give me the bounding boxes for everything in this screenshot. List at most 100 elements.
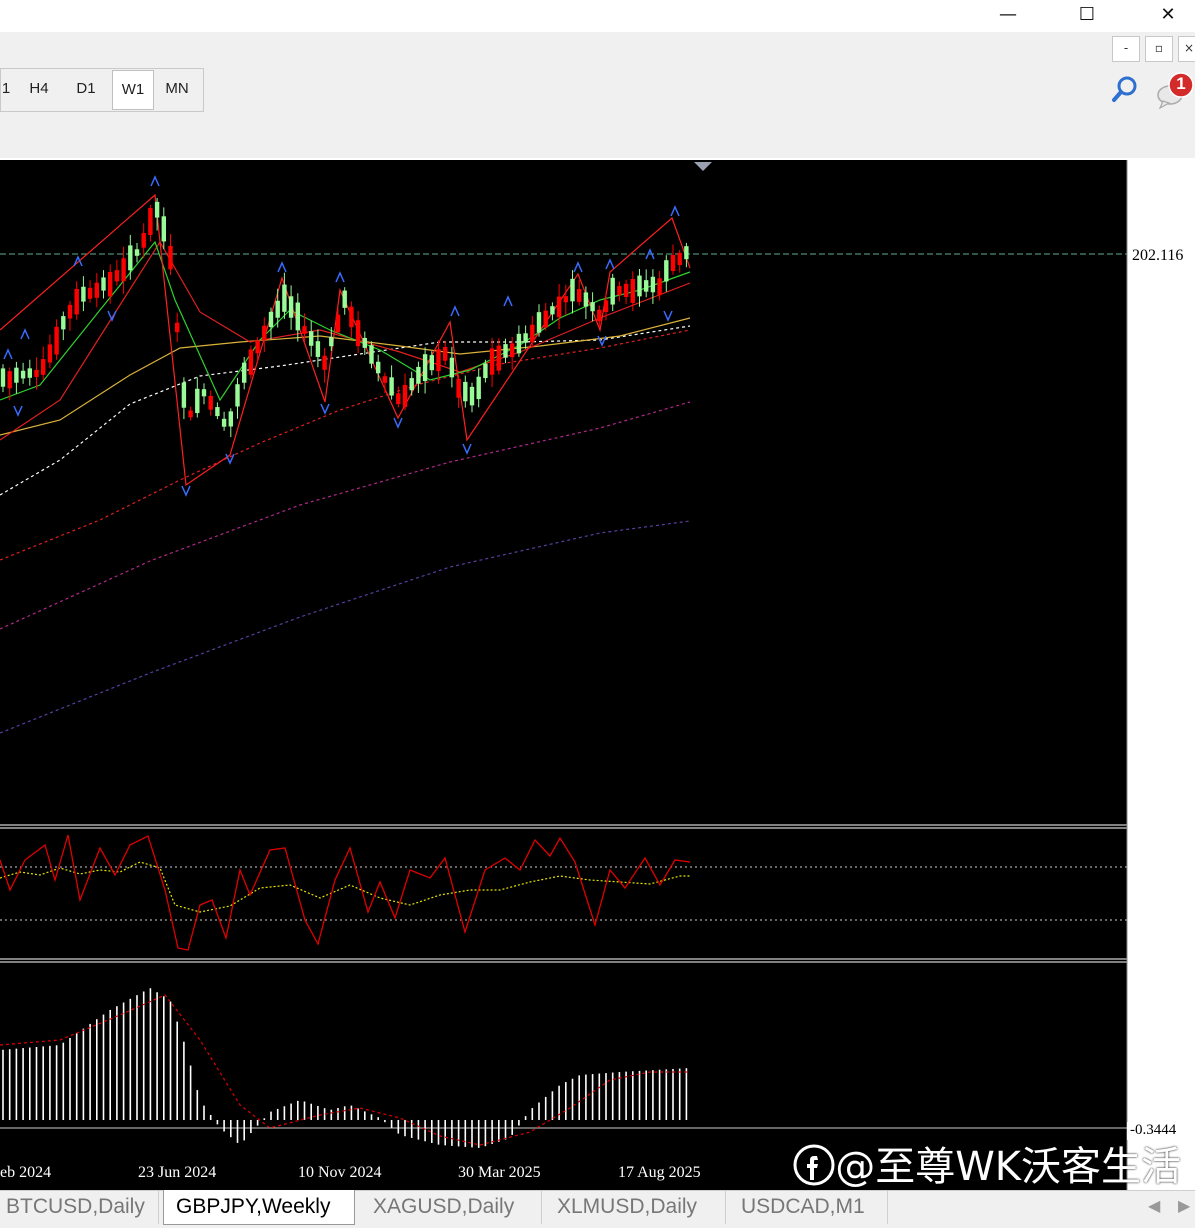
candle-body (603, 300, 609, 312)
ma-purple-long (0, 520, 691, 734)
candle-body (590, 302, 595, 312)
candle-body (148, 207, 153, 236)
candle-body (623, 283, 629, 298)
candle-body (302, 326, 307, 334)
fractal-down-arrow (462, 443, 472, 455)
candle-body (74, 288, 79, 315)
fractal-up-arrow (670, 205, 680, 217)
chart-canvas (0, 160, 1128, 1190)
time-axis-label: eb 2024 (0, 1164, 52, 1181)
candle-body (41, 359, 46, 375)
macd-histogram (2, 988, 688, 1148)
fractal-down-arrow (320, 403, 330, 415)
candle-body (677, 252, 682, 266)
candle-body (87, 287, 93, 299)
candle-body (483, 363, 488, 379)
stoch-axis-label: 70 (1128, 858, 1144, 875)
candle-body (134, 249, 140, 256)
fractal-up-arrow (277, 261, 287, 273)
fractal-up-arrow (3, 348, 13, 360)
candle-body (235, 384, 240, 407)
candle-body (34, 369, 39, 377)
candle-body (543, 310, 548, 328)
candle-body (335, 314, 341, 333)
price-axis-label: 206.880 (1132, 197, 1184, 214)
candle-body (516, 333, 522, 354)
candle-body (288, 296, 294, 318)
fractal-down-arrow (597, 335, 607, 347)
candle-body (248, 349, 254, 375)
candle-body (81, 286, 86, 302)
candle-body (342, 290, 347, 308)
price-axis-label: 175.720 (1132, 521, 1184, 538)
candle-body (275, 300, 280, 318)
candle-body (295, 302, 300, 331)
candle-body (556, 296, 562, 318)
time-axis-label: 10 Nov 2024 (298, 1164, 382, 1181)
candle-body (175, 322, 180, 333)
ma-magenta (0, 401, 691, 630)
candle-body (315, 341, 321, 357)
candle-body (657, 278, 662, 296)
candle-body (322, 355, 327, 370)
candle-body (215, 407, 220, 417)
tab-xagusd-daily[interactable]: XAGUSD,Daily (361, 1190, 542, 1224)
watermark: @至尊WK沃客生活 (793, 1134, 1181, 1192)
watermark-text: @至尊WK沃客生活 (835, 1144, 1181, 1190)
candle-body (530, 324, 535, 343)
stoch-axis-label: 0 (1128, 940, 1136, 957)
price-candles (0, 197, 689, 438)
tab-gbpjpy-weekly[interactable]: GBPJPY,Weekly (163, 1190, 355, 1225)
candle-body (664, 260, 669, 282)
current-price-label: 202.116 (1132, 247, 1184, 264)
tab-usdcad-m1[interactable]: USDCAD,M1 (729, 1190, 888, 1224)
chart-shift-marker (694, 162, 712, 171)
candle-body (309, 331, 314, 346)
candle-body (402, 384, 408, 407)
candle-body (389, 377, 394, 396)
candle-body (67, 304, 73, 319)
candle-body (355, 320, 361, 347)
candle-body (268, 311, 274, 328)
tab-xlmusd-daily[interactable]: XLMUSD,Daily (545, 1190, 726, 1224)
candle-body (443, 347, 448, 361)
candle-body (262, 325, 267, 341)
candle-body (61, 316, 66, 330)
tab-btcusd-daily[interactable]: BTCUSD,Daily (0, 1190, 159, 1224)
candle-body (329, 336, 334, 347)
candle-body (429, 355, 434, 371)
candle-body (20, 370, 26, 379)
ma-red-dashed (0, 329, 691, 561)
fractal-up-arrow (335, 271, 345, 283)
time-axis-label: 17 Aug 2025 (618, 1164, 701, 1181)
candle-body (637, 275, 642, 297)
candle-body (349, 306, 354, 328)
candle-body (644, 280, 649, 292)
candle-body (469, 386, 475, 406)
candle-body (597, 309, 602, 322)
tabs-scroll-right-icon[interactable]: ▶ (1178, 1196, 1190, 1215)
candle-body (208, 395, 213, 410)
fractal-down-arrow (663, 310, 673, 322)
candle-body (27, 368, 32, 378)
candle-body (7, 371, 12, 389)
candle-body (181, 382, 187, 408)
stoch-main-line (0, 834, 691, 951)
tabs-scroll-left-icon[interactable]: ◀ (1148, 1196, 1160, 1215)
candle-body (141, 233, 146, 248)
candle-body (550, 306, 555, 315)
candle-body (610, 277, 615, 305)
candle-body (409, 378, 414, 391)
candle-body (168, 245, 173, 270)
candle-body (510, 343, 515, 358)
fractal-down-arrow (107, 310, 117, 322)
price-axis-label: 183.510 (1132, 440, 1184, 457)
candle-body (0, 368, 6, 387)
candle-body (476, 376, 481, 400)
candle-body (128, 245, 133, 271)
candle-body (617, 285, 622, 296)
time-axis-label: 23 Jun 2024 (138, 1164, 217, 1181)
time-axis-label: 30 Mar 2025 (458, 1164, 541, 1181)
candle-body (114, 270, 120, 282)
fractal-up-arrow (450, 305, 460, 317)
